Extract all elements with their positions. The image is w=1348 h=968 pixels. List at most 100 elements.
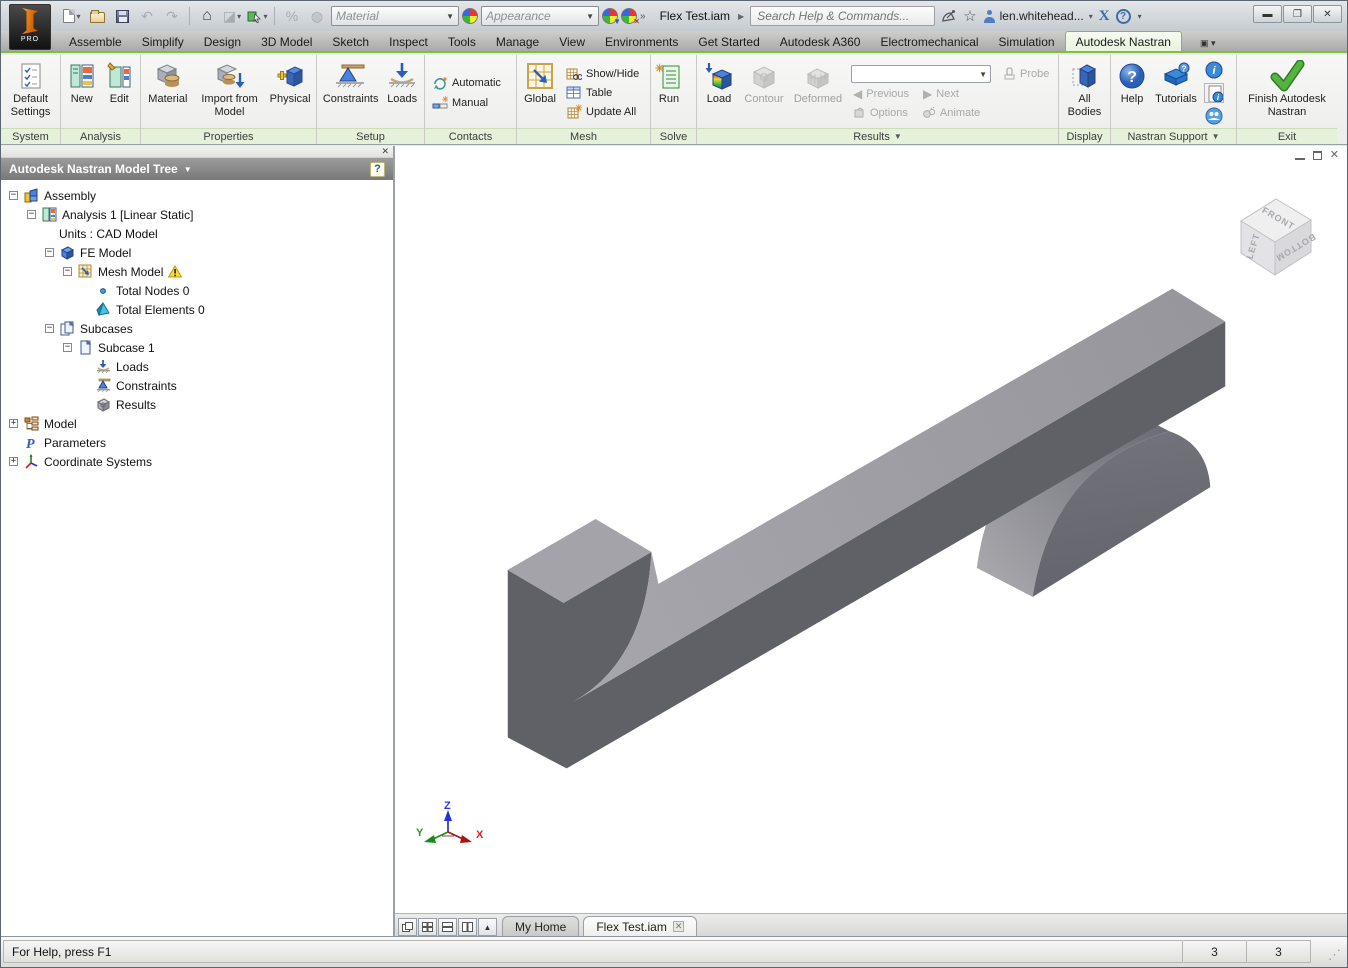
tree-item-analysis-1-linear-static[interactable]: − Analysis 1 [Linear Static]	[1, 205, 393, 224]
panel-close-icon[interactable]: ✕	[381, 147, 389, 156]
constraints-button[interactable]: Constraints	[319, 57, 382, 128]
tab-view[interactable]: View	[549, 32, 595, 51]
tab-get-started[interactable]: Get Started	[688, 32, 769, 51]
physical-button[interactable]: Physical	[266, 57, 314, 128]
tree-item-subcases[interactable]: − Subcases	[1, 319, 393, 338]
doc-close-icon[interactable]: ✕	[1330, 150, 1339, 161]
save-button[interactable]	[111, 6, 133, 26]
results-set-combobox[interactable]: ▼	[851, 65, 991, 83]
panel-header[interactable]: Autodesk Nastran Model Tree ▼ ?	[1, 158, 393, 180]
tab-autodesk-a360[interactable]: Autodesk A360	[770, 32, 871, 51]
expand-expander-icon[interactable]: +	[9, 457, 18, 466]
material-combobox[interactable]: Material ▼	[331, 6, 459, 26]
tab-simulation[interactable]: Simulation	[989, 32, 1065, 51]
graphics-viewport[interactable]: ✕ FRONT LEFT BOTTOM Z Y X ▲ My Home Flex…	[395, 146, 1347, 936]
select-tool-button[interactable]: ▾	[246, 6, 268, 26]
inventor-app-button[interactable]: PRO	[9, 4, 51, 50]
redo-button[interactable]: ↷	[161, 6, 183, 26]
undo-button[interactable]: ↶	[136, 6, 158, 26]
doc-minimize-icon[interactable]	[1294, 151, 1305, 160]
tab-design[interactable]: Design	[194, 32, 251, 51]
document-tab-my-home[interactable]: My Home	[502, 916, 580, 936]
tile-horizontal-button[interactable]	[438, 918, 457, 936]
material-button[interactable]: Material	[143, 57, 193, 128]
new-file-button[interactable]: ▾	[61, 6, 83, 26]
collapse-expander-icon[interactable]: −	[9, 191, 18, 200]
tree-item-units-cad-model[interactable]: Units : CAD Model	[1, 224, 393, 243]
view-cube[interactable]: FRONT LEFT BOTTOM	[1235, 194, 1319, 282]
tree-item-parameters[interactable]: P Parameters	[1, 433, 393, 452]
appearance-combobox[interactable]: Appearance ▼	[481, 6, 599, 26]
load-results-button[interactable]: Load	[699, 57, 739, 128]
render-button[interactable]: ◪ ▾	[221, 6, 243, 26]
expand-tab-bar-button[interactable]: ▲	[478, 918, 497, 936]
panel-grip[interactable]: ✕	[1, 146, 393, 158]
all-bodies-button[interactable]: All Bodies	[1061, 57, 1108, 128]
expand-expander-icon[interactable]: +	[9, 419, 18, 428]
deformed-button[interactable]: Deformed	[789, 57, 847, 128]
cascade-windows-button[interactable]	[398, 918, 417, 936]
collapse-expander-icon[interactable]: −	[63, 343, 72, 352]
automatic-contacts-button[interactable]: Automatic	[430, 74, 503, 92]
ground-shadow-button[interactable]: %	[281, 6, 303, 26]
tab-3d-model[interactable]: 3D Model	[251, 32, 322, 51]
expand-arrow-icon[interactable]: ▶	[738, 12, 744, 21]
help-menu-button[interactable]: ?	[1115, 8, 1131, 24]
tree-item-fe-model[interactable]: − FE Model	[1, 243, 393, 262]
open-file-button[interactable]	[86, 6, 108, 26]
previous-result-button[interactable]: ◀ Previous	[851, 86, 911, 102]
maximize-button[interactable]: ❐	[1283, 5, 1312, 23]
tab-manage[interactable]: Manage	[486, 32, 549, 51]
tab-close-icon[interactable]: ✕	[672, 920, 685, 933]
tree-item-subcase-1[interactable]: − Subcase 1	[1, 338, 393, 357]
community-button[interactable]	[1204, 106, 1224, 126]
panel-help-icon[interactable]: ?	[370, 161, 385, 177]
release-notes-button[interactable]: i	[1204, 82, 1224, 103]
collapse-expander-icon[interactable]: −	[27, 210, 36, 219]
document-tab-flex-test-iam[interactable]: Flex Test.iam ✕	[583, 916, 698, 936]
tab-assemble[interactable]: Assemble	[59, 32, 132, 51]
default-settings-button[interactable]: Default Settings	[3, 57, 58, 128]
tab-inspect[interactable]: Inspect	[379, 32, 438, 51]
tab-autodesk-nastran[interactable]: Autodesk Nastran	[1064, 31, 1182, 51]
adjust-appearance-button[interactable]: ▼	[602, 8, 621, 26]
clear-appearance-button[interactable]: ✕	[621, 8, 640, 26]
resize-grip[interactable]	[1311, 940, 1345, 963]
exchange-apps-icon[interactable]: X	[1099, 8, 1110, 25]
tree-item-constraints[interactable]: Constraints	[1, 376, 393, 395]
tree-item-mesh-model[interactable]: − Mesh Model	[1, 262, 393, 281]
collapse-expander-icon[interactable]: −	[45, 324, 54, 333]
tab-sketch[interactable]: Sketch	[322, 32, 379, 51]
tree-item-coordinate-systems[interactable]: + Coordinate Systems	[1, 452, 393, 471]
mesh-update-all-button[interactable]: ✳ Update All	[564, 103, 641, 120]
edit-analysis-button[interactable]: Edit	[101, 57, 139, 128]
search-box[interactable]	[750, 6, 936, 26]
material-sphere-button[interactable]: ◍	[306, 6, 328, 26]
tree-item-total-elements-0[interactable]: Total Elements 0	[1, 300, 393, 319]
model-canvas[interactable]	[395, 146, 1347, 936]
favorites-star-icon[interactable]: ☆	[963, 7, 976, 25]
info-button[interactable]: i	[1204, 60, 1224, 80]
ribbon-collapse-button[interactable]: ▣ ▾	[1192, 36, 1224, 51]
collapse-expander-icon[interactable]: −	[63, 267, 72, 276]
mesh-show-hide-button[interactable]: Show/Hide	[564, 65, 641, 82]
tree-item-total-nodes-0[interactable]: Total Nodes 0	[1, 281, 393, 300]
probe-button[interactable]: Probe	[1001, 66, 1051, 82]
animate-button[interactable]: Animate	[920, 105, 982, 120]
mesh-table-button[interactable]: Table	[564, 84, 641, 101]
home-view-button[interactable]: ⌂	[196, 6, 218, 26]
tab-tools[interactable]: Tools	[438, 32, 486, 51]
results-options-button[interactable]: Options	[851, 105, 910, 120]
tab-simplify[interactable]: Simplify	[132, 32, 194, 51]
tab-environments[interactable]: Environments	[595, 32, 688, 51]
close-button[interactable]: ✕	[1313, 5, 1342, 23]
toolbar-overflow-icon[interactable]: »	[640, 11, 646, 22]
tutorials-button[interactable]: ? Tutorials	[1151, 57, 1201, 128]
collapse-expander-icon[interactable]: −	[45, 248, 54, 257]
tree-item-assembly[interactable]: − Assembly	[1, 186, 393, 205]
color-wheel-icon[interactable]	[462, 8, 478, 24]
manual-contacts-button[interactable]: ✳ Manual	[430, 94, 503, 112]
search-input[interactable]	[757, 9, 929, 23]
tree-item-loads[interactable]: Loads	[1, 357, 393, 376]
community-dish-icon[interactable]	[941, 9, 957, 24]
